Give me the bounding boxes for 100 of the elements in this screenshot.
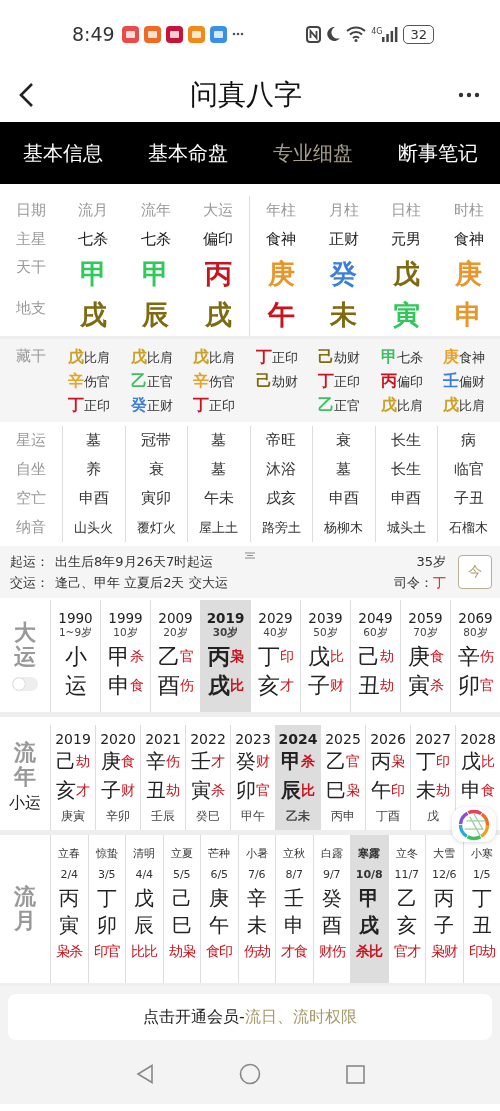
month-column[interactable]: 立春 2/4 丙 寅 枭杀 [50, 835, 88, 983]
age-label: 70岁 [413, 626, 438, 640]
ten-god-label: 正官 [334, 398, 361, 415]
stem-char: 己 [171, 885, 192, 912]
aperture-icon [458, 808, 490, 841]
table-cell: 申酉 [62, 484, 125, 513]
membership-banner[interactable]: 点击开通会员-流日、流时权限 [8, 994, 492, 1040]
date-label: 3/5 [97, 867, 116, 883]
branch-char: 亥 [396, 912, 417, 939]
table-cell: 养 [62, 455, 125, 484]
year-label: 2024 [278, 731, 318, 747]
app-icon [187, 25, 205, 43]
ten-god-label: 伤劫 [243, 943, 270, 961]
stem-char: 壬 [191, 748, 211, 775]
month-column[interactable]: 清明 4/4 戊 辰 比比 [125, 835, 163, 983]
recent-apps-icon[interactable] [345, 1064, 365, 1084]
year-label: 2009 [158, 610, 193, 626]
ten-god-label: 伤 [166, 752, 180, 769]
heavenly-stem: 戊 [392, 257, 420, 292]
stem-char: 乙 [326, 748, 346, 775]
month-column[interactable]: 芒种 6/5 庚 午 食印 [200, 835, 238, 983]
age-label: 40岁 [263, 626, 288, 640]
ten-god-label: 杀 [129, 647, 144, 666]
year-label: 2025 [325, 731, 361, 747]
minor-luck-label: 癸巳 [196, 809, 220, 823]
table-cell: 长生 [374, 426, 437, 455]
month-column[interactable]: 立秋 8/7 壬 申 才食 [275, 835, 313, 983]
table-cell: 衰 [124, 455, 187, 484]
luck-period-column[interactable]: 1990 1~9岁 小 运 [50, 600, 100, 712]
table-cell: 寅卯 [124, 484, 187, 513]
minor-luck-label: 辛卯 [106, 809, 130, 823]
earthly-branch: 午 [267, 298, 295, 333]
column-header: 流月 [78, 200, 109, 222]
toggle-switch[interactable] [12, 677, 38, 692]
hidden-stem: 戊 [130, 347, 147, 368]
hidden-stem: 戊 [380, 395, 397, 416]
year-label: 2029 [258, 610, 293, 626]
hidden-stem: 乙 [130, 371, 147, 392]
year-label: 1999 [108, 610, 143, 626]
table-cell: 戌亥 [249, 484, 312, 513]
ten-god-label: 财 [256, 752, 270, 771]
table-cell: 路旁土 [249, 513, 312, 542]
stem-char: 戊 [461, 748, 481, 775]
table-cell: 临官 [437, 455, 500, 484]
ten-god-label: 才 [211, 752, 225, 769]
back-icon[interactable] [18, 82, 34, 108]
earthly-branch: 申 [455, 298, 483, 333]
tab[interactable]: 基本命盘 [141, 133, 234, 173]
month-column[interactable]: 寒露 10/8 甲 戌 杀比 [350, 835, 388, 983]
table-cell: 墓 [62, 426, 125, 455]
stem-char: 戊 [307, 642, 330, 671]
home-icon[interactable] [238, 1063, 261, 1085]
month-column[interactable]: 小暑 7/6 辛 未 伤劫 [237, 835, 275, 983]
branch-char: 丑 [146, 777, 166, 804]
stem-char: 丁 [416, 748, 436, 775]
ten-god-label: 劫 [379, 676, 394, 695]
heavenly-stem: 甲 [142, 257, 170, 292]
ten-god-label: 印官 [93, 943, 120, 961]
branch-char: 辰 [134, 912, 155, 939]
more-icon[interactable] [458, 92, 480, 98]
ten-god-label: 食神 [459, 350, 486, 367]
solar-term-label: 大雪 [433, 846, 456, 862]
row-label: 地支 [15, 297, 46, 319]
ten-god-label: 枭 [229, 647, 244, 664]
ten-god-label: 正印 [334, 374, 361, 391]
ten-god-label: 正财 [146, 398, 173, 415]
branch-char: 亥 [257, 671, 280, 700]
year-label: 2039 [308, 610, 343, 626]
year-label: 2069 [458, 610, 493, 626]
floating-menu[interactable] [452, 807, 496, 842]
ten-god-label: 比肩 [209, 350, 236, 367]
row-label: 日期 [15, 200, 46, 222]
heavenly-stem: 庚 [267, 257, 295, 292]
month-column[interactable]: 立夏 5/5 己 巳 劫枭 [162, 835, 200, 983]
ten-god-label: 枭 [391, 752, 405, 769]
month-column[interactable]: 立冬 11/7 乙 亥 官才 [387, 835, 425, 983]
tab[interactable]: 专业细盘 [266, 133, 359, 173]
ten-god-label: 食印 [206, 943, 233, 961]
earthly-branch: 辰 [142, 298, 170, 333]
month-column[interactable]: 惊蛰 3/5 丁 卯 印官 [87, 835, 125, 983]
status-time: 8:49 [72, 23, 115, 45]
row-label: 自坐 [15, 460, 47, 479]
branch-char: 巳 [171, 912, 192, 939]
ten-god-label: 伤官 [209, 374, 236, 391]
ten-god-label: 比肩 [396, 398, 423, 415]
stem-char: 丙 [59, 885, 80, 912]
tab[interactable]: 基本信息 [16, 133, 109, 173]
month-column[interactable]: 小寒 1/5 丁 丑 印劫 [462, 835, 500, 983]
branch-char: 未 [416, 777, 436, 804]
hidden-stem: 甲 [380, 347, 397, 368]
stem-char: 己 [357, 642, 380, 671]
nfc-icon [306, 25, 322, 43]
month-column[interactable]: 大雪 12/6 丙 子 枭财 [425, 835, 463, 983]
ten-god-label: 财 [121, 781, 135, 800]
moon-icon [326, 26, 342, 42]
ten-god-label: 食 [429, 647, 444, 666]
tab[interactable]: 断事笔记 [391, 133, 484, 173]
heavenly-stem: 甲 [79, 257, 107, 292]
table-cell: 杨柳木 [312, 513, 375, 542]
date-label: 4/4 [135, 867, 154, 883]
